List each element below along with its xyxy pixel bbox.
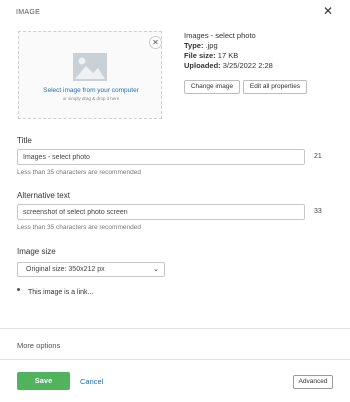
bullet-icon [17,287,20,291]
title-label: Title [17,136,32,145]
image-type: Type: .jpg [184,41,218,50]
image-placeholder-icon [73,53,107,81]
title-help: Less than 35 characters are recommended [17,169,141,176]
image-uploaded: Uploaded: 3/25/2022 2:28 [184,61,273,70]
more-options-toggle[interactable]: More options [17,341,60,350]
alt-text-label: Alternative text [17,191,70,200]
edit-properties-button[interactable]: Edit all properties [243,80,307,94]
title-counter: 21 [314,153,322,160]
image-meta: Images - select photo Type: .jpg File si… [184,31,273,71]
close-icon[interactable]: ✕ [322,5,334,17]
title-input[interactable] [17,149,305,165]
close-circle-icon[interactable]: ✕ [149,36,162,49]
image-name: Images - select photo [184,31,256,40]
alt-text-input[interactable] [17,204,305,220]
divider [0,359,350,360]
drag-drop-hint: or simply drag & drop it here [62,96,120,101]
image-size-selected: Original size: 350x212 px [26,266,105,273]
image-dropzone[interactable]: ✕ Select image from your computer or sim… [18,31,162,119]
cancel-button[interactable]: Cancel [80,377,103,386]
dialog-header: IMAGE ✕ [0,0,350,24]
image-link-label: This image is a link... [28,289,94,296]
image-size-label: Image size [17,247,56,256]
advanced-button[interactable]: Advanced [293,375,333,389]
image-link-option[interactable]: This image is a link... [17,287,94,296]
divider [0,328,350,329]
dialog-title: IMAGE [16,9,41,16]
image-file-size: File size: 17 KB [184,51,239,60]
change-image-button[interactable]: Change image [184,80,240,94]
chevron-down-icon: ⌄ [153,266,159,273]
select-image-link[interactable]: Select image from your computer [19,87,163,94]
alt-text-counter: 33 [314,208,322,215]
save-button[interactable]: Save [17,372,70,390]
alt-text-help: Less than 35 characters are recommended [17,224,141,231]
image-size-select[interactable]: Original size: 350x212 px ⌄ [17,262,165,277]
